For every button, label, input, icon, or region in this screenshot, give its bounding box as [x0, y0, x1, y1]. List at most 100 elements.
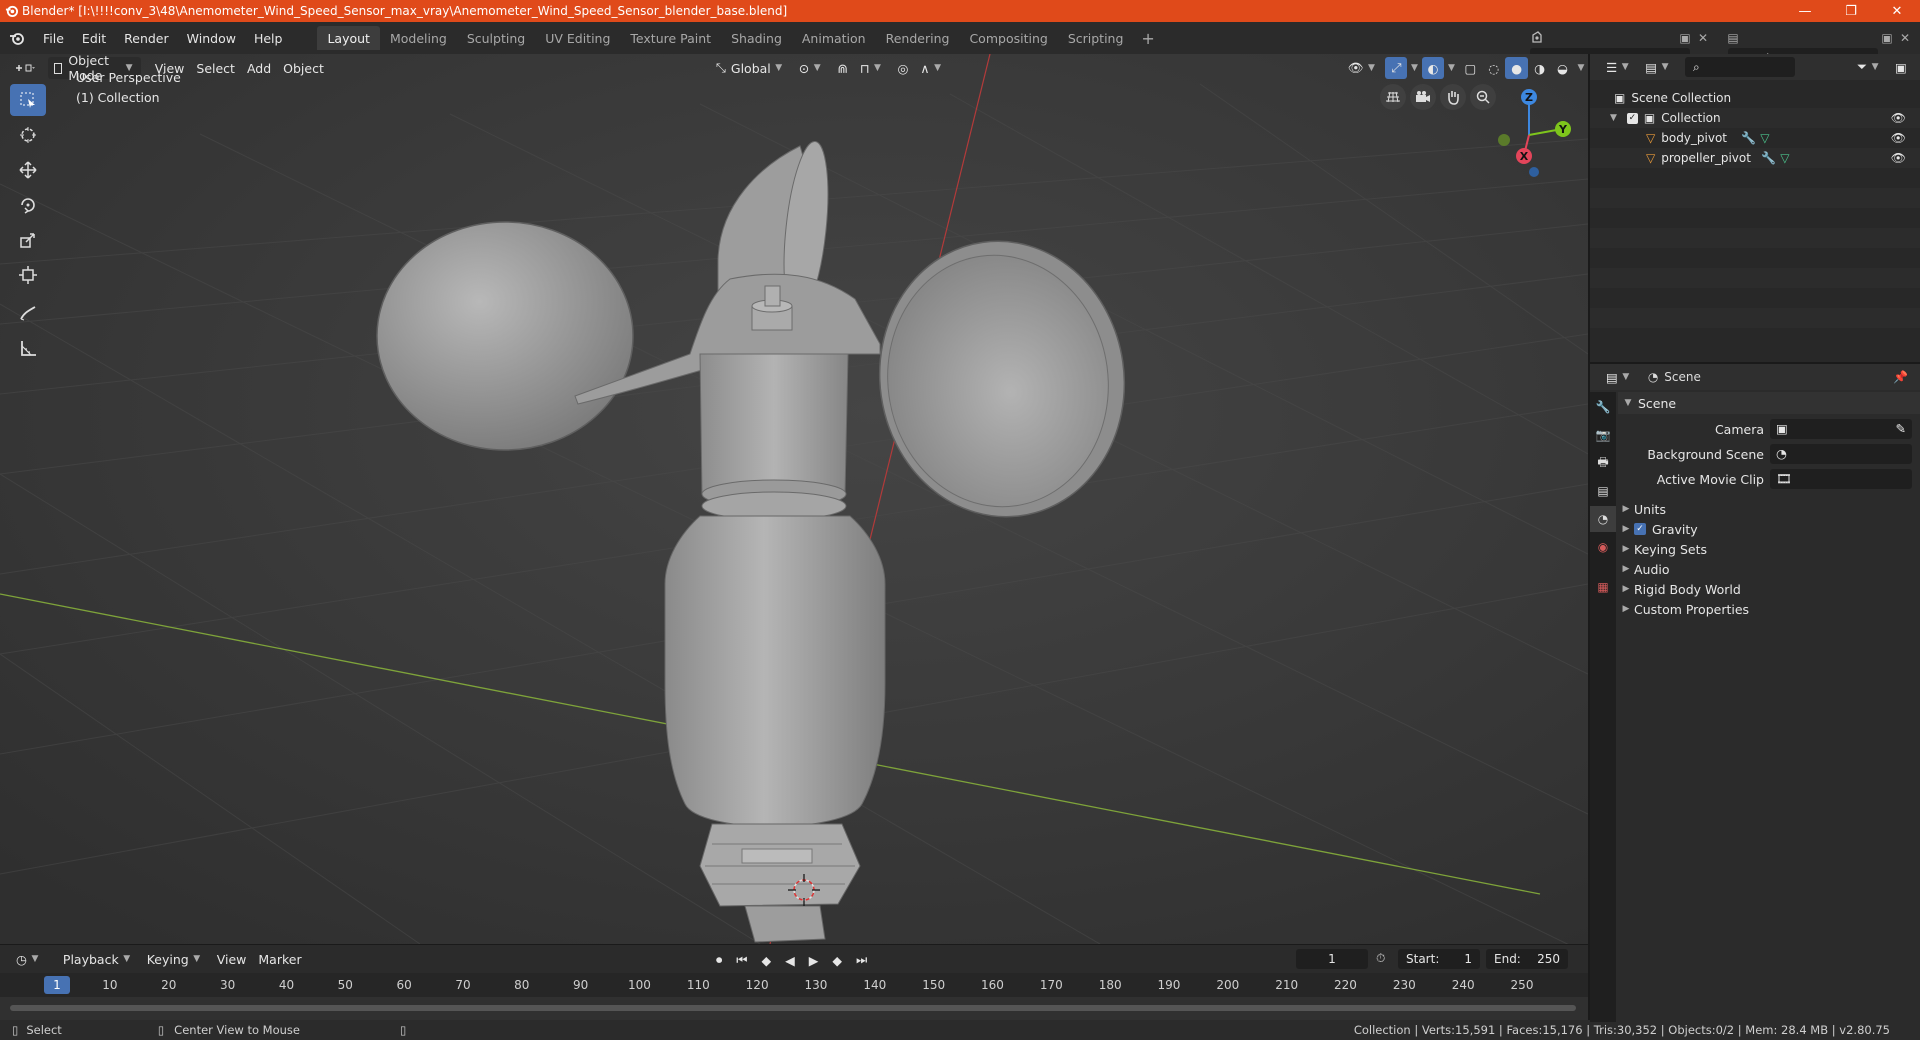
restore-button[interactable]: ❐ — [1828, 0, 1874, 22]
visibility-eye-icon[interactable]: 👁 — [1891, 111, 1906, 125]
new-scene-icon[interactable]: ▣ — [1676, 29, 1694, 47]
collection-checkbox[interactable]: ✓ — [1626, 112, 1638, 124]
jump-start-button[interactable]: ⏮ — [730, 949, 753, 971]
tab-rendering[interactable]: Rendering — [876, 26, 960, 50]
gizmo-toggle-icon[interactable]: ⤢ — [1385, 57, 1408, 79]
pan-view-icon[interactable] — [1440, 84, 1466, 110]
tab-sculpting[interactable]: Sculpting — [457, 26, 535, 50]
transform-tool-icon[interactable] — [10, 259, 46, 291]
timeline-menu-marker[interactable]: Marker — [252, 948, 307, 970]
scene-tab-icon[interactable]: ◔ — [1590, 506, 1616, 532]
viewport-menu-select[interactable]: Select — [190, 57, 241, 79]
play-button[interactable]: ▶ — [803, 949, 825, 971]
visibility-eye-icon[interactable]: 👁 — [1891, 151, 1906, 165]
jump-end-button[interactable]: ⏭ — [850, 949, 873, 971]
timeline-scrollbar[interactable] — [10, 1005, 1576, 1011]
measure-tool-icon[interactable] — [10, 332, 46, 364]
tab-animation[interactable]: Animation — [792, 26, 876, 50]
play-reverse-button[interactable]: ◀ — [779, 949, 801, 971]
remove-scene-icon[interactable]: ✕ — [1694, 29, 1712, 47]
outliner-object-row[interactable]: ▽ body_pivot 🔧 ▽ 👁 — [1590, 128, 1920, 148]
end-frame-field[interactable]: End: 250 — [1486, 949, 1568, 969]
scene-panel-header[interactable]: ▼ Scene — [1618, 392, 1920, 414]
xray-toggle-icon[interactable]: ▢ — [1458, 57, 1482, 79]
camera-field[interactable]: ▣ ✎ — [1770, 419, 1912, 439]
cursor-tool-icon[interactable] — [10, 119, 46, 151]
record-button[interactable]: ⏺ — [710, 949, 728, 971]
prev-keyframe-button[interactable]: ◆ — [756, 949, 778, 971]
modifier-wrench-icon[interactable]: 🔧 — [1761, 151, 1776, 165]
playhead-current-frame[interactable]: 1 — [44, 976, 70, 994]
next-keyframe-button[interactable]: ◆ — [826, 949, 848, 971]
audio-panel-header[interactable]: ▶ Audio — [1618, 558, 1920, 580]
chevron-down-icon[interactable]: ▼ — [1444, 63, 1458, 73]
visibility-eye-icon[interactable]: 👁 — [1891, 131, 1906, 145]
transform-orientation-selector[interactable]: ⤡ Global ▼ — [710, 57, 793, 79]
tab-layout[interactable]: Layout — [317, 26, 380, 50]
timeline-menu-view[interactable]: View — [211, 948, 253, 970]
camera-view-icon[interactable] — [1410, 84, 1436, 110]
shading-rendered-icon[interactable]: ◒ — [1551, 57, 1574, 79]
scale-tool-icon[interactable] — [10, 224, 46, 256]
remove-view-layer-icon[interactable]: ✕ — [1896, 29, 1914, 47]
mesh-data-icon[interactable]: ▽ — [1760, 131, 1769, 145]
tab-compositing[interactable]: Compositing — [959, 26, 1057, 50]
outliner-search-field[interactable]: ⌕ — [1685, 57, 1796, 77]
menu-window[interactable]: Window — [178, 26, 245, 50]
outliner-object-row[interactable]: ▽ propeller_pivot 🔧 ▽ 👁 — [1590, 148, 1920, 168]
active-movie-clip-field[interactable]: 🎞 — [1770, 469, 1912, 489]
rigid-body-world-panel-header[interactable]: ▶ Rigid Body World — [1618, 578, 1920, 600]
timeline-menu-playback[interactable]: Playback ▼ — [57, 948, 141, 970]
render-tab-icon[interactable]: 📷 — [1590, 422, 1616, 448]
mesh-data-icon[interactable]: ▽ — [1780, 151, 1789, 165]
background-scene-field[interactable]: ◔ — [1770, 444, 1912, 464]
menu-help[interactable]: Help — [245, 26, 292, 50]
overlays-toggle-icon[interactable]: ◐ — [1421, 57, 1445, 79]
grid-view-icon[interactable] — [1380, 84, 1406, 110]
snap-target-icon[interactable]: ⊓ ▼ — [854, 57, 892, 79]
chevron-down-icon[interactable]: ▼ — [1574, 63, 1588, 73]
modifier-wrench-icon[interactable]: 🔧 — [1741, 131, 1756, 145]
pin-icon[interactable]: 📌 — [1893, 370, 1908, 384]
current-frame-field[interactable]: 1 — [1296, 949, 1368, 969]
tab-scripting[interactable]: Scripting — [1058, 26, 1134, 50]
timeline-ruler[interactable]: 1 10 20 30 40 50 60 70 80 90 100 110 120 130 140 150 160… — [0, 973, 1588, 997]
timeline-editor-type-icon[interactable]: ◷ ▼ — [10, 948, 49, 970]
new-collection-icon[interactable]: ▣ — [1889, 56, 1913, 78]
chevron-down-icon[interactable]: ▼ — [1407, 63, 1421, 73]
viewport-menu-add[interactable]: Add — [241, 57, 277, 79]
tool-tab-icon[interactable]: 🔧 — [1590, 394, 1616, 420]
keying-sets-panel-header[interactable]: ▶ Keying Sets — [1618, 538, 1920, 560]
output-tab-icon[interactable]: 🖶 — [1590, 450, 1616, 476]
start-frame-field[interactable]: Start: 1 — [1398, 949, 1480, 969]
tab-uv-editing[interactable]: UV Editing — [535, 26, 620, 50]
navigation-gizmo[interactable]: Z Y X — [1484, 80, 1574, 190]
world-tab-icon[interactable]: ◉ — [1590, 534, 1616, 560]
view-layer-tab-icon[interactable]: ▤ — [1590, 478, 1616, 504]
select-box-tool-icon[interactable] — [10, 84, 46, 116]
view-layer-icon[interactable]: ▤ — [1724, 29, 1742, 47]
units-panel-header[interactable]: ▶ Units — [1618, 498, 1920, 520]
timeline-menu-keying[interactable]: Keying ▼ — [141, 948, 211, 970]
tab-modeling[interactable]: Modeling — [380, 26, 457, 50]
close-button[interactable]: ✕ — [1874, 0, 1920, 22]
shading-solid-icon[interactable]: ● — [1505, 57, 1529, 79]
tab-shading[interactable]: Shading — [721, 26, 792, 50]
eyedropper-icon[interactable]: ✎ — [1896, 421, 1906, 436]
pivot-point-icon[interactable]: ⊙ ▼ — [793, 57, 831, 79]
snap-toggle-icon[interactable]: ⋒ — [831, 57, 853, 79]
3d-viewport[interactable]: Object Mode ▼ View Select Add Object ⤡ G… — [0, 54, 1588, 944]
editor-type-icon[interactable] — [8, 57, 42, 79]
menu-edit[interactable]: Edit — [73, 26, 115, 50]
annotate-tool-icon[interactable] — [10, 297, 46, 329]
filter-icon[interactable]: ⏷ ▼ — [1851, 56, 1889, 78]
custom-properties-panel-header[interactable]: ▶ Custom Properties — [1618, 598, 1920, 620]
blender-menu-icon[interactable] — [0, 31, 34, 45]
rotate-tool-icon[interactable] — [10, 189, 46, 221]
menu-render[interactable]: Render — [115, 26, 178, 50]
proportional-edit-icon[interactable]: ◎ — [892, 57, 915, 79]
expand-collapse-icon[interactable]: ▼ — [1610, 113, 1617, 123]
outliner-editor-type-icon[interactable]: ☰ ▼ — [1600, 56, 1639, 78]
display-mode-icon[interactable]: ▤ ▼ — [1639, 56, 1679, 78]
add-workspace-button[interactable]: + — [1133, 29, 1162, 48]
